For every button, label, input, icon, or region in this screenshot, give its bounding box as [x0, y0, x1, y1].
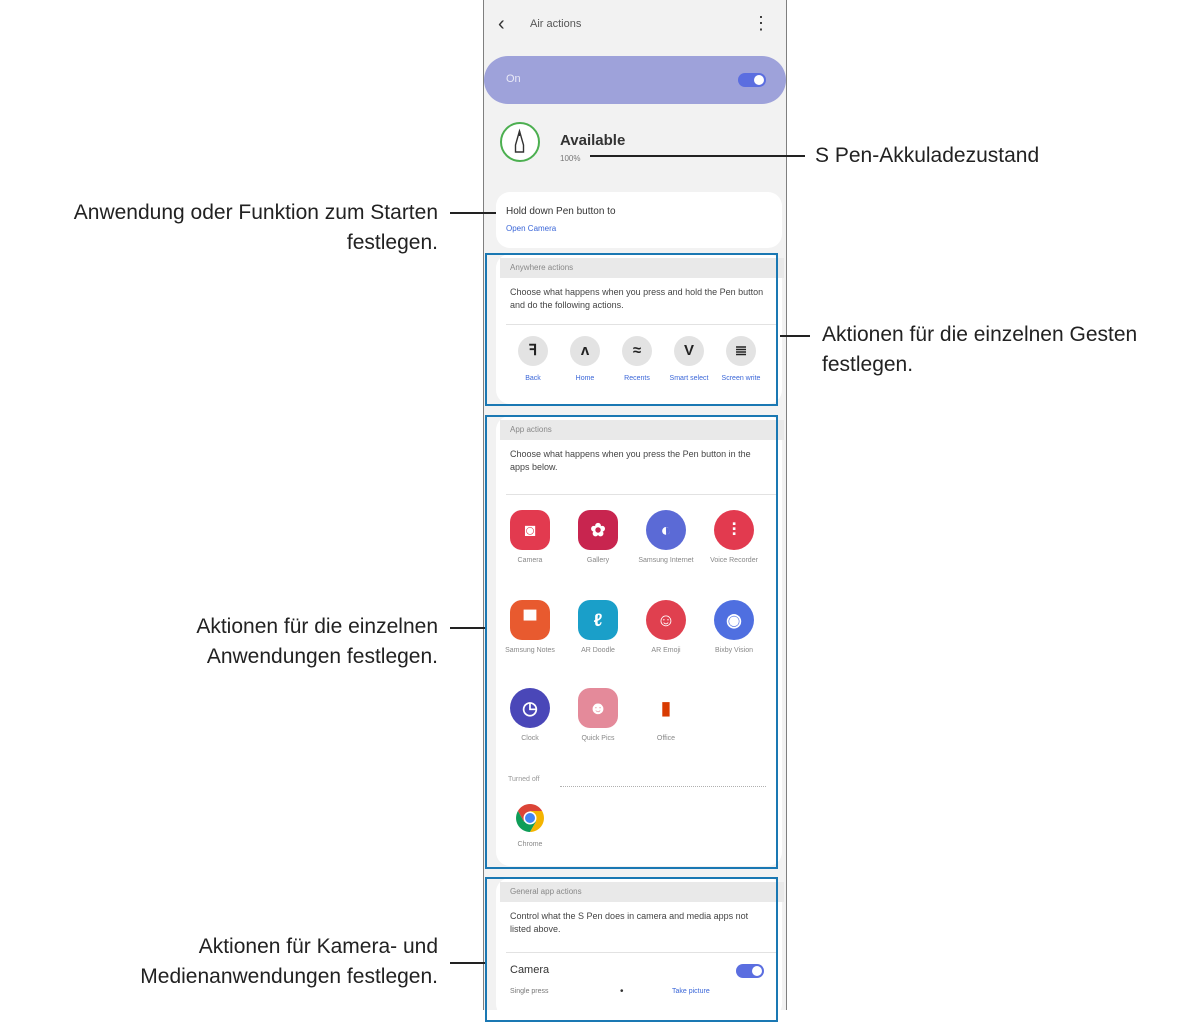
gestures-callout-line1: Aktionen für die einzelnen Gesten: [822, 323, 1138, 346]
launch-leader-line: [450, 212, 496, 214]
more-options-icon[interactable]: ⋮: [752, 14, 770, 32]
pen-button-label: Hold down Pen button to: [506, 206, 616, 217]
gestures-highlight-box: [485, 253, 778, 406]
pen-button-value: Open Camera: [506, 224, 557, 233]
s-pen-battery-icon: [500, 122, 540, 162]
media-leader-line: [450, 962, 485, 964]
apps-callout-line2: Anwendungen festlegen.: [206, 645, 438, 668]
media-callout-line2: Medienanwendungen festlegen.: [140, 965, 438, 988]
master-switch-bar[interactable]: On: [484, 56, 786, 104]
battery-leader-line: [590, 155, 805, 157]
pen-status-text: Available: [560, 132, 626, 149]
apps-leader-line: [450, 627, 485, 629]
master-toggle[interactable]: [738, 73, 766, 87]
launch-callout-line1: Anwendung oder Funktion zum Starten: [73, 201, 438, 224]
gestures-callout-line2: festlegen.: [822, 353, 914, 376]
media-callout-line1: Aktionen für Kamera- und: [198, 935, 438, 958]
general-actions-highlight-box: [485, 877, 778, 1022]
app-bar: ‹ Air actions ⋮: [484, 0, 786, 52]
launch-callout-line2: festlegen.: [346, 231, 438, 254]
pen-button-setting[interactable]: Hold down Pen button to Open Camera: [496, 192, 782, 248]
back-icon[interactable]: ‹: [498, 14, 505, 34]
pen-status: Available 100%: [484, 116, 786, 180]
screen-title: Air actions: [530, 18, 582, 30]
app-actions-highlight-box: [485, 415, 778, 869]
apps-callout-line1: Aktionen für die einzelnen: [196, 615, 438, 638]
battery-callout: S Pen-Akkuladezustand: [815, 144, 1040, 167]
gestures-leader-line: [780, 335, 810, 337]
pen-battery-level: 100%: [560, 154, 581, 163]
master-switch-label: On: [506, 73, 521, 85]
